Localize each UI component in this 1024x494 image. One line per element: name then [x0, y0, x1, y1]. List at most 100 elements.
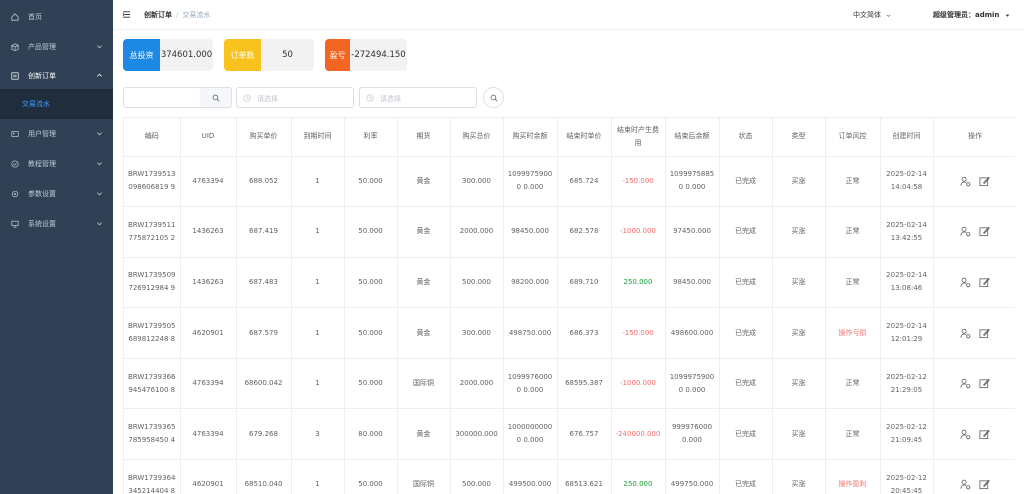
- user-settings-icon[interactable]: [960, 429, 971, 440]
- table-cell: 2025-02-12 21:29:05: [880, 358, 934, 410]
- table-cell: 正常: [825, 156, 881, 208]
- sidebar-item-label: 首页: [28, 13, 42, 21]
- table-cell: 682.578: [557, 206, 612, 258]
- table-cell: 676.757: [557, 408, 612, 461]
- actions-cell: [933, 206, 1015, 258]
- edit-icon[interactable]: [979, 328, 990, 339]
- table-cell: 2025-02-12 20:45:45: [880, 459, 934, 494]
- end-date-picker[interactable]: 请选择: [359, 87, 477, 108]
- user-settings-icon[interactable]: [960, 176, 971, 187]
- table-cell: 操作亏损: [825, 307, 881, 359]
- table-cell: BRW1739364345214404 8: [124, 459, 181, 494]
- sidebar-item-label: 产品管理: [28, 43, 56, 51]
- edit-icon[interactable]: [979, 378, 990, 389]
- table-cell: 1: [291, 358, 345, 410]
- table-cell: 300.000: [450, 307, 504, 359]
- sidebar-item-label: 教程管理: [28, 160, 56, 168]
- sidebar-item-home[interactable]: 首页: [0, 2, 113, 32]
- table-cell: 300000.000: [450, 408, 504, 461]
- doc-icon: [11, 160, 19, 168]
- chevron-down-icon: [97, 162, 102, 166]
- column-header: 编码: [124, 118, 181, 157]
- table-cell: 498750.000: [503, 307, 558, 359]
- table-cell: -150.000: [611, 156, 666, 208]
- table-cell: 2025-02-14 13:42:55: [880, 206, 934, 258]
- table-cell: 3: [291, 408, 345, 461]
- column-header: 到期时间: [291, 118, 345, 157]
- sidebar-item-products[interactable]: 产品管理: [0, 32, 113, 62]
- table-cell: 80.000: [344, 408, 398, 461]
- language-select[interactable]: 中文简体: [853, 10, 891, 20]
- table-cell: 4763394: [180, 156, 237, 208]
- user-menu[interactable]: 超级管理员：admin: [933, 10, 1010, 20]
- table-row: BRW1739511775872105 2 1436263 687.419 1 50.0…: [124, 206, 1015, 258]
- table-cell: 4763394: [180, 408, 237, 461]
- table-cell: BRW1739513098606819 9: [124, 156, 181, 208]
- table-cell: 1436263: [180, 257, 237, 309]
- table-row: BRW1739509726912984 9 1436263 687.483 1 50.0…: [124, 257, 1015, 309]
- hamburger-icon[interactable]: [122, 10, 131, 19]
- table-cell: 50.000: [344, 459, 398, 494]
- table-cell: 10999759000 0.000: [503, 156, 558, 208]
- edit-icon[interactable]: [979, 479, 990, 490]
- table-cell: BRW1739365785958450 4: [124, 408, 181, 461]
- sidebar-subitem-label: 交易流水: [22, 100, 50, 108]
- table-cell: 500.000: [450, 459, 504, 494]
- table-cell: 98450.000: [665, 257, 720, 309]
- start-date-picker[interactable]: 请选择: [236, 87, 354, 108]
- actions-cell: [933, 358, 1015, 410]
- table-cell: 10999758850 0.000: [665, 156, 720, 208]
- edit-icon[interactable]: [979, 176, 990, 187]
- sidebar-item-tutorials[interactable]: 教程管理: [0, 149, 113, 179]
- sidebar-item-orders[interactable]: 创新订单: [0, 61, 113, 91]
- sidebar-subitem-transactions[interactable]: 交易流水: [0, 89, 113, 119]
- user-settings-icon[interactable]: [960, 277, 971, 288]
- user-settings-icon[interactable]: [960, 226, 971, 237]
- table-row: BRW1739365785958450 4 4763394 679.268 3 80.0…: [124, 408, 1015, 461]
- start-date-placeholder: 请选择: [257, 95, 278, 103]
- column-header: 订单风控: [825, 118, 881, 157]
- table-cell: 已完成: [719, 257, 773, 309]
- filter-search-button[interactable]: [483, 87, 504, 108]
- edit-icon[interactable]: [979, 429, 990, 440]
- edit-icon[interactable]: [979, 226, 990, 237]
- table-cell: 50.000: [344, 206, 398, 258]
- edit-icon[interactable]: [979, 277, 990, 288]
- table-cell: 已完成: [719, 459, 773, 494]
- column-header: 期货: [397, 118, 451, 157]
- table-cell: 黄金: [397, 307, 451, 359]
- user-settings-icon[interactable]: [960, 378, 971, 389]
- table-cell: 250.000: [611, 257, 666, 309]
- table-cell: 买涨: [772, 156, 826, 208]
- table-cell: 黄金: [397, 257, 451, 309]
- clock-icon: [243, 94, 251, 102]
- sidebar-item-users[interactable]: 用户管理: [0, 119, 113, 149]
- table-cell: 已完成: [719, 156, 773, 208]
- table-cell: 499750.000: [665, 459, 720, 494]
- sidebar-item-params[interactable]: 参数设置: [0, 179, 113, 209]
- monitor-icon: [11, 220, 19, 228]
- table-cell: 已完成: [719, 408, 773, 461]
- sidebar: 首页 产品管理 创新订单 交易流水 用户管理 教程管理 参数设置 系统设置: [0, 0, 113, 494]
- column-header: 结束后余额: [665, 118, 720, 157]
- user-settings-icon[interactable]: [960, 479, 971, 490]
- search-button[interactable]: [200, 87, 232, 108]
- column-header: 结束时单价: [557, 118, 612, 157]
- user-settings-icon[interactable]: [960, 328, 971, 339]
- search-input[interactable]: [123, 87, 201, 108]
- chevron-down-icon: [886, 14, 891, 17]
- chevron-up-icon: [97, 73, 102, 77]
- sidebar-item-label: 参数设置: [28, 190, 56, 198]
- sidebar-item-label: 系统设置: [28, 220, 56, 228]
- table-cell: 685.724: [557, 156, 612, 208]
- table-cell: 4620901: [180, 459, 237, 494]
- table-cell: 498600.000: [665, 307, 720, 359]
- table-cell: 买涨: [772, 206, 826, 258]
- table-cell: 黄金: [397, 206, 451, 258]
- sidebar-item-system[interactable]: 系统设置: [0, 209, 113, 239]
- breadcrumb-item[interactable]: 创新订单: [144, 11, 172, 19]
- table-cell: 500.000: [450, 257, 504, 309]
- table-cell: 2025-02-14 13:08:46: [880, 257, 934, 309]
- breadcrumb-item: 交易流水: [182, 11, 211, 19]
- column-header: 状态: [719, 118, 773, 157]
